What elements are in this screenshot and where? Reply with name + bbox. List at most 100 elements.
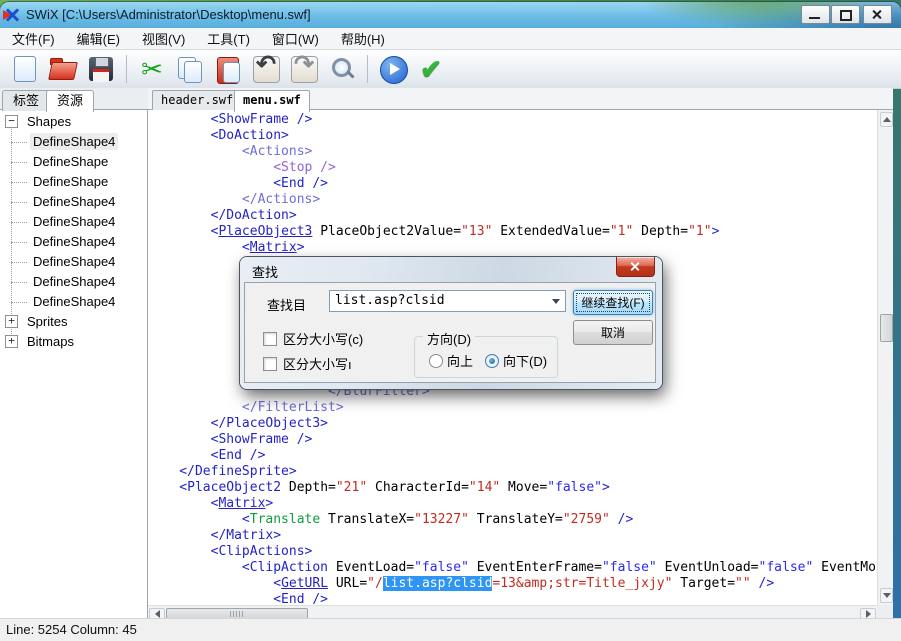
tree-item-defineshape[interactable]: DefineShape: [2, 172, 140, 192]
search-input[interactable]: list.asp?clsid: [329, 290, 566, 312]
code-line[interactable]: <ShowFrame />: [148, 432, 877, 448]
maximize-button[interactable]: [831, 5, 860, 24]
title-bar[interactable]: SWiX [C:\Users\Administrator\Desktop\men…: [0, 2, 901, 28]
tree-item-defineshape4[interactable]: DefineShape4: [2, 272, 140, 292]
code-line[interactable]: <Matrix>: [148, 240, 877, 256]
dialog-close-button[interactable]: [616, 257, 655, 277]
tree-item-bitmaps[interactable]: + Bitmaps: [2, 332, 140, 352]
tree-item-label[interactable]: DefineShape: [30, 153, 111, 170]
code-line[interactable]: <End />: [148, 448, 877, 464]
tree-item-defineshape[interactable]: DefineShape: [2, 152, 140, 172]
tree-item-label[interactable]: DefineShape4: [30, 293, 118, 310]
code-line[interactable]: <Matrix>: [148, 496, 877, 512]
code-line[interactable]: </DefineSprite>: [148, 464, 877, 480]
run-icon[interactable]: [378, 54, 408, 84]
tree-item-sprites[interactable]: + Sprites: [2, 312, 140, 332]
tab-tags[interactable]: 标签: [2, 90, 50, 111]
tab-header-swf[interactable]: header.swf: [152, 90, 242, 110]
code-line[interactable]: </Actions>: [148, 192, 877, 208]
scroll-down-button[interactable]: [880, 588, 893, 603]
collapse-icon[interactable]: −: [5, 115, 18, 128]
menu-item[interactable]: 文件(F): [2, 27, 65, 50]
code-line[interactable]: </FilterList>: [148, 400, 877, 416]
code-line[interactable]: <Stop />: [148, 160, 877, 176]
code-token: <ClipActions>: [148, 544, 312, 559]
tree-item-defineshape4[interactable]: DefineShape4: [2, 232, 140, 252]
checkbox-icon[interactable]: [263, 332, 277, 346]
tree-item-label[interactable]: Bitmaps: [24, 333, 77, 350]
vertical-scrollbar[interactable]: [877, 110, 893, 605]
tree-item-defineshape4[interactable]: DefineShape4: [2, 292, 140, 312]
redo-icon[interactable]: ↷: [289, 54, 319, 84]
tree-item-label[interactable]: DefineShape4: [30, 133, 118, 150]
match-case-checkbox-1[interactable]: 区分大小写(c): [263, 332, 363, 347]
menu-item[interactable]: 编辑(E): [67, 27, 130, 50]
code-token: >: [297, 240, 305, 255]
match-case-checkbox-2[interactable]: 区分大小写ı: [263, 357, 352, 372]
cancel-button[interactable]: 取消: [573, 320, 653, 345]
code-token: "2759": [563, 512, 610, 527]
tree-item-label[interactable]: DefineShape4: [30, 273, 118, 290]
open-file-icon[interactable]: [48, 54, 78, 84]
validate-icon[interactable]: ✔: [416, 54, 446, 84]
find-next-button[interactable]: 继续查找(F): [573, 290, 653, 315]
code-line[interactable]: <End />: [148, 176, 877, 192]
tree-item-defineshape4[interactable]: DefineShape4: [2, 252, 140, 272]
code-token: </PlaceObject3>: [148, 416, 328, 431]
save-file-icon[interactable]: [86, 54, 116, 84]
find-icon[interactable]: [327, 54, 357, 84]
code-line[interactable]: </PlaceObject3>: [148, 416, 877, 432]
code-line[interactable]: <PlaceObject2 Depth="21" CharacterId="14…: [148, 480, 877, 496]
code-token: </Matrix>: [148, 528, 281, 543]
tree-item-defineshape4[interactable]: DefineShape4: [2, 132, 140, 152]
code-line[interactable]: <Translate TranslateX="13227" TranslateY…: [148, 512, 877, 528]
menu-item[interactable]: 窗口(W): [262, 27, 329, 50]
search-value: list.asp?clsid: [335, 293, 445, 308]
tree-item-defineshape4[interactable]: DefineShape4: [2, 192, 140, 212]
code-line[interactable]: <Actions>: [148, 144, 877, 160]
tab-resources[interactable]: 资源: [46, 90, 94, 112]
radio-selected-icon[interactable]: [485, 354, 499, 368]
combo-dropdown-button[interactable]: [547, 292, 564, 310]
code-token: =13&amp;str=Title_jxjy": [492, 576, 672, 591]
cut-icon[interactable]: ✂: [137, 54, 167, 84]
expand-icon[interactable]: +: [5, 335, 18, 348]
code-line[interactable]: </Matrix>: [148, 528, 877, 544]
undo-icon[interactable]: ↶: [251, 54, 281, 84]
tree-item-label[interactable]: DefineShape4: [30, 213, 118, 230]
paste-icon[interactable]: [213, 54, 243, 84]
tree-item-label[interactable]: Shapes: [24, 113, 74, 130]
minimize-button[interactable]: [801, 5, 830, 24]
tree-item-label[interactable]: Sprites: [24, 313, 70, 330]
menu-item[interactable]: 工具(T): [197, 27, 260, 50]
vertical-scroll-thumb[interactable]: [880, 314, 893, 342]
tab-menu-swf[interactable]: menu.swf: [234, 90, 310, 112]
expand-icon[interactable]: +: [5, 315, 18, 328]
copy-icon[interactable]: [175, 54, 205, 84]
tree-item-label[interactable]: DefineShape4: [30, 193, 118, 210]
code-line[interactable]: <GetURL URL="/list.asp?clsid=13&amp;str=…: [148, 576, 877, 592]
tree-item-defineshape4[interactable]: DefineShape4: [2, 212, 140, 232]
code-line[interactable]: <ClipActions>: [148, 544, 877, 560]
maximize-icon: [840, 10, 852, 21]
checkbox-icon[interactable]: [263, 357, 277, 371]
scroll-up-button[interactable]: [880, 112, 893, 127]
menu-item[interactable]: 帮助(H): [331, 27, 395, 50]
tree-item-label[interactable]: DefineShape4: [30, 253, 118, 270]
radio-icon[interactable]: [429, 354, 443, 368]
menu-item[interactable]: 视图(V): [132, 27, 195, 50]
tree-item-shapes[interactable]: −Shapes: [2, 112, 140, 132]
radio-down[interactable]: 向下(D): [485, 351, 547, 370]
close-button[interactable]: [863, 5, 892, 24]
code-line[interactable]: </DoAction>: [148, 208, 877, 224]
code-line[interactable]: <ClipAction EventLoad="false" EventEnter…: [148, 560, 877, 576]
code-line[interactable]: <DoAction>: [148, 128, 877, 144]
tree-item-label[interactable]: DefineShape: [30, 173, 111, 190]
code-token: "13": [461, 224, 492, 239]
tree-item-label[interactable]: DefineShape4: [30, 233, 118, 250]
find-dialog: 查找 查找目 list.asp?clsid 继续查找(F) 取消 区分大小写(c…: [240, 257, 662, 389]
radio-up[interactable]: 向上: [429, 351, 473, 370]
new-file-icon[interactable]: [10, 54, 40, 84]
code-line[interactable]: <ShowFrame />: [148, 112, 877, 128]
code-line[interactable]: <PlaceObject3 PlaceObject2Value="13" Ext…: [148, 224, 877, 240]
